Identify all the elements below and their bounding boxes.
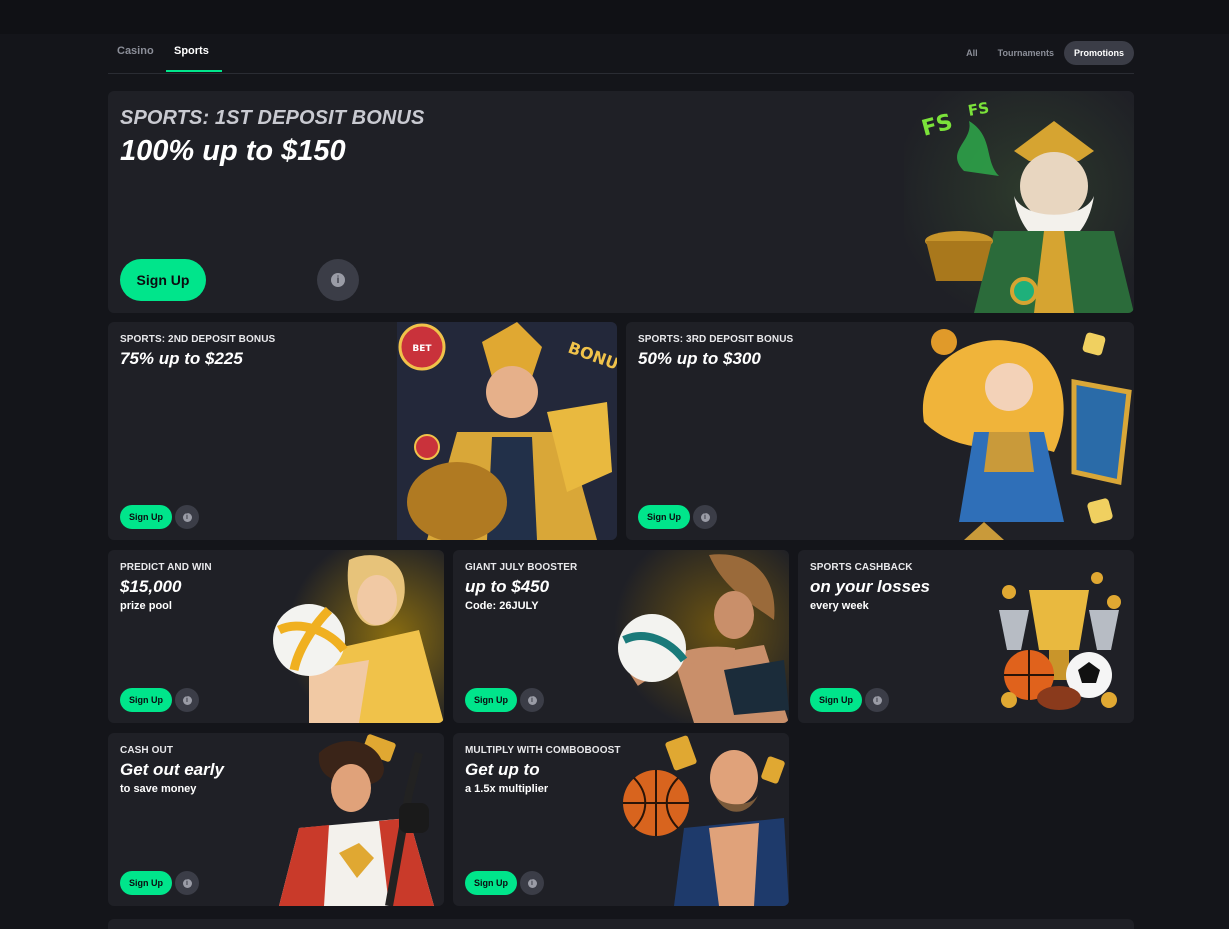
promo-headline: 50% up to $300 <box>638 349 761 368</box>
info-icon: i <box>182 695 192 705</box>
active-tab-indicator <box>166 70 222 72</box>
info-icon: i <box>182 512 192 522</box>
promo-card-cash-out: CASH OUT Get out early to save money Sig… <box>108 733 444 906</box>
promo-headline: on your losses <box>810 577 930 596</box>
promo-eyebrow: GIANT JULY BOOSTER <box>465 562 578 573</box>
promo-headline: Get out early <box>120 760 224 779</box>
basketball-player-illustration <box>614 733 789 906</box>
promo-eyebrow: MULTIPLY WITH COMBOBOOST <box>465 745 621 756</box>
volleyball-athlete-illustration <box>614 550 789 723</box>
warrior-girl-illustration <box>904 322 1134 540</box>
promo-subtext: a 1.5x multiplier <box>465 783 549 795</box>
filter-promotions[interactable]: Promotions <box>1063 41 1134 65</box>
promo-card-comboboost: MULTIPLY WITH COMBOBOOST Get up to a 1.5… <box>453 733 789 906</box>
sign-up-button[interactable]: Sign Up <box>120 259 206 301</box>
promo-headline: $15,000 <box>120 577 182 596</box>
info-button[interactable]: i <box>317 259 359 301</box>
info-icon: i <box>527 878 537 888</box>
promo-subtext: every week <box>810 600 869 612</box>
promo-card-2nd-deposit: BET BONUS SPORTS: 2ND DEPOSIT BONUS 75% … <box>108 322 617 540</box>
tab-sports[interactable]: Sports <box>174 45 209 57</box>
promo-headline: up to $450 <box>465 577 550 596</box>
promo-headline: 75% up to $225 <box>120 349 243 368</box>
promo-card-sports-cashback: SPORTS CASHBACK on your losses every wee… <box>798 550 1134 723</box>
filter-all[interactable]: All <box>956 41 988 65</box>
sign-up-button[interactable]: Sign Up <box>120 505 172 529</box>
promo-card-july-booster: GIANT JULY BOOSTER up to $450 Code: 26JU… <box>453 550 789 723</box>
promo-card-3rd-deposit: SPORTS: 3RD DEPOSIT BONUS 50% up to $300… <box>626 322 1134 540</box>
info-button[interactable]: i <box>520 871 544 895</box>
promo-subtext: prize pool <box>120 600 172 612</box>
sign-up-button[interactable]: Sign Up <box>120 871 172 895</box>
sign-up-button[interactable]: Sign Up <box>465 871 517 895</box>
info-button[interactable]: i <box>175 505 199 529</box>
trophy-illustration <box>959 550 1134 723</box>
info-icon: i <box>527 695 537 705</box>
volleyball-player-illustration <box>269 550 444 723</box>
promo-card-1st-deposit: FS FS SPORTS: 1ST DEPOSIT BONUS 100% up … <box>108 91 1134 313</box>
info-button[interactable]: i <box>520 688 544 712</box>
promo-eyebrow: CASH OUT <box>120 745 174 756</box>
sign-up-button[interactable]: Sign Up <box>638 505 690 529</box>
info-icon: i <box>872 695 882 705</box>
promo-eyebrow: SPORTS: 2ND DEPOSIT BONUS <box>120 334 276 345</box>
promo-eyebrow: SPORTS: 3RD DEPOSIT BONUS <box>638 334 794 345</box>
promo-subtext: to save money <box>120 783 197 795</box>
promo-headline: 100% up to $150 <box>120 135 346 167</box>
info-icon: i <box>182 878 192 888</box>
promo-eyebrow: PREDICT AND WIN <box>120 562 212 573</box>
hockey-player-illustration <box>269 733 444 906</box>
filter-tournaments[interactable]: Tournaments <box>988 41 1064 65</box>
info-button[interactable]: i <box>693 505 717 529</box>
sign-up-button[interactable]: Sign Up <box>810 688 862 712</box>
tab-casino[interactable]: Casino <box>117 45 154 57</box>
knight-illustration: BET BONUS <box>397 322 617 540</box>
info-icon: i <box>331 273 345 287</box>
footer-panel <box>108 919 1134 929</box>
promo-card-predict-and-win: PREDICT AND WIN $15,000 prize pool Sign … <box>108 550 444 723</box>
promo-headline: Get up to <box>465 760 540 779</box>
sign-up-button[interactable]: Sign Up <box>120 688 172 712</box>
category-tabs: Casino Sports All Tournaments Promotions <box>108 36 1134 74</box>
info-button[interactable]: i <box>175 871 199 895</box>
promo-filters: All Tournaments Promotions <box>956 41 1134 65</box>
top-bar <box>0 0 1229 34</box>
promo-subtext: Code: 26JULY <box>465 600 539 612</box>
promo-eyebrow: SPORTS: 1ST DEPOSIT BONUS <box>120 107 425 129</box>
info-icon: i <box>700 512 710 522</box>
promo-eyebrow: SPORTS CASHBACK <box>810 562 913 573</box>
info-button[interactable]: i <box>865 688 889 712</box>
info-button[interactable]: i <box>175 688 199 712</box>
wizard-illustration: FS FS <box>904 91 1134 313</box>
sign-up-button[interactable]: Sign Up <box>465 688 517 712</box>
svg-text:FS: FS <box>967 99 991 120</box>
svg-text:BET: BET <box>412 344 432 354</box>
